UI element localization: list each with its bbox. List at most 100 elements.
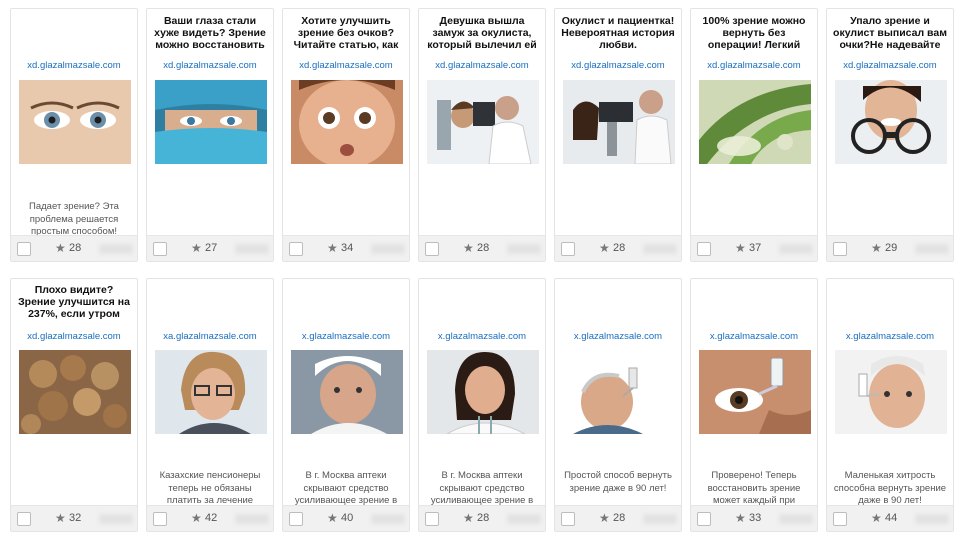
select-checkbox[interactable]: [425, 242, 439, 256]
ad-card[interactable]: Ваши глаза стали хуже видеть? Зрение мож…: [146, 8, 274, 262]
ad-url[interactable]: x.glazalmazsale.com: [555, 331, 681, 342]
ad-url[interactable]: xd.glazalmazsale.com: [147, 60, 273, 71]
ad-url[interactable]: x.glazalmazsale.com: [283, 331, 409, 342]
star-icon: ★: [327, 241, 338, 255]
select-checkbox[interactable]: [697, 512, 711, 526]
select-checkbox[interactable]: [289, 242, 303, 256]
ad-title[interactable]: [695, 284, 813, 320]
ad-thumbnail[interactable]: [155, 80, 267, 164]
rating-count: 34: [341, 242, 354, 254]
rating-count: 32: [69, 512, 82, 524]
star-icon: ★: [735, 241, 746, 255]
ad-thumbnail[interactable]: [291, 80, 403, 164]
ad-card[interactable]: x.glazalmazsale.com Маленькая хитрость с…: [826, 278, 954, 532]
select-checkbox[interactable]: [833, 512, 847, 526]
blurred-value: [915, 244, 949, 254]
ad-thumbnail[interactable]: [155, 350, 267, 434]
ad-footer: ★ 42: [147, 505, 273, 531]
rating-count: 29: [885, 242, 898, 254]
select-checkbox[interactable]: [425, 512, 439, 526]
ad-card[interactable]: Окулист и пациентка! Невероятная история…: [554, 8, 682, 262]
ad-thumbnail[interactable]: [563, 80, 675, 164]
eyes-closeup-image: [19, 80, 131, 164]
ad-title[interactable]: [423, 284, 541, 320]
select-checkbox[interactable]: [17, 512, 31, 526]
ad-thumbnail[interactable]: [835, 80, 947, 164]
ad-card[interactable]: x.glazalmazsale.com Простой способ верну…: [554, 278, 682, 532]
ad-footer: ★ 34: [283, 235, 409, 261]
ad-footer: ★ 29: [827, 235, 953, 261]
ad-footer: ★ 40: [283, 505, 409, 531]
blurred-value: [643, 244, 677, 254]
blurred-value: [779, 244, 813, 254]
ad-card[interactable]: x.glazalmazsale.com Проверено! Теперь во…: [690, 278, 818, 532]
ad-thumbnail[interactable]: [699, 80, 811, 164]
select-checkbox[interactable]: [153, 242, 167, 256]
ad-url[interactable]: xd.glazalmazsale.com: [11, 331, 137, 342]
ad-url[interactable]: xd.glazalmazsale.com: [11, 60, 137, 71]
select-checkbox[interactable]: [561, 512, 575, 526]
ad-thumbnail[interactable]: [563, 350, 675, 434]
ad-url[interactable]: x.glazalmazsale.com: [691, 331, 817, 342]
ad-title[interactable]: [15, 15, 133, 51]
woman-glasses-image: [155, 350, 267, 434]
star-icon: ★: [463, 241, 474, 255]
select-checkbox[interactable]: [561, 242, 575, 256]
select-checkbox[interactable]: [697, 242, 711, 256]
ad-title[interactable]: Хотите улучшить зрение без очков? Читайт…: [287, 15, 405, 51]
ad-title[interactable]: Окулист и пациентка! Невероятная история…: [559, 15, 677, 51]
elderly-doctor-image: [291, 350, 403, 434]
female-doctor-image: [427, 350, 539, 434]
rating-count: 44: [885, 512, 898, 524]
ad-title[interactable]: Плохо видите? Зрение улучшится на 237%, …: [15, 284, 133, 320]
ad-url[interactable]: x.glazalmazsale.com: [419, 331, 545, 342]
ad-title[interactable]: Упало зрение и окулист выписал вам очки?…: [831, 15, 949, 51]
ad-card[interactable]: Девушка вышла замуж за окулиста, который…: [418, 8, 546, 262]
ad-thumbnail[interactable]: [427, 80, 539, 164]
ad-card[interactable]: Плохо видите? Зрение улучшится на 237%, …: [10, 278, 138, 532]
ad-card[interactable]: x.glazalmazsale.com В г. Москва аптеки с…: [418, 278, 546, 532]
blurred-value: [235, 514, 269, 524]
ad-title[interactable]: 100% зрение можно вернуть без операции! …: [695, 15, 813, 51]
blurred-value: [235, 244, 269, 254]
ad-card[interactable]: Упало зрение и окулист выписал вам очки?…: [826, 8, 954, 262]
ad-card[interactable]: xd.glazalmazsale.com Падает зрение? Эта …: [10, 8, 138, 262]
ad-title[interactable]: Девушка вышла замуж за окулиста, который…: [423, 15, 541, 51]
ad-url[interactable]: xd.glazalmazsale.com: [691, 60, 817, 71]
ad-url[interactable]: xd.glazalmazsale.com: [555, 60, 681, 71]
ad-thumbnail[interactable]: [427, 350, 539, 434]
select-checkbox[interactable]: [833, 242, 847, 256]
blurred-value: [643, 514, 677, 524]
ad-thumbnail[interactable]: [291, 350, 403, 434]
ad-footer: ★ 32: [11, 505, 137, 531]
ad-thumbnail[interactable]: [699, 350, 811, 434]
ad-title[interactable]: [831, 284, 949, 320]
ad-card[interactable]: 100% зрение можно вернуть без операции! …: [690, 8, 818, 262]
rating-count: 28: [69, 242, 82, 254]
ad-title[interactable]: [287, 284, 405, 320]
ad-url[interactable]: xd.glazalmazsale.com: [827, 60, 953, 71]
star-icon: ★: [55, 241, 66, 255]
ad-title[interactable]: Ваши глаза стали хуже видеть? Зрение мож…: [151, 15, 269, 51]
ad-url[interactable]: x.glazalmazsale.com: [827, 331, 953, 342]
ad-thumbnail[interactable]: [19, 350, 131, 434]
star-icon: ★: [599, 241, 610, 255]
blurred-value: [99, 514, 133, 524]
eye-exam-slit-lamp-image: [563, 80, 675, 164]
ad-url[interactable]: xd.glazalmazsale.com: [419, 60, 545, 71]
blurred-value: [507, 514, 541, 524]
select-checkbox[interactable]: [17, 242, 31, 256]
ad-thumbnail[interactable]: [835, 350, 947, 434]
ad-url[interactable]: xa.glazalmazsale.com: [147, 331, 273, 342]
ad-title[interactable]: [151, 284, 269, 320]
select-checkbox[interactable]: [289, 512, 303, 526]
blurred-value: [779, 514, 813, 524]
ad-card[interactable]: x.glazalmazsale.com В г. Москва аптеки с…: [282, 278, 410, 532]
select-checkbox[interactable]: [153, 512, 167, 526]
ad-url[interactable]: xd.glazalmazsale.com: [283, 60, 409, 71]
ad-card[interactable]: Хотите улучшить зрение без очков? Читайт…: [282, 8, 410, 262]
star-icon: ★: [599, 511, 610, 525]
ad-card[interactable]: xa.glazalmazsale.com Казахские пенсионер…: [146, 278, 274, 532]
ad-thumbnail[interactable]: [19, 80, 131, 164]
ad-title[interactable]: [559, 284, 677, 320]
